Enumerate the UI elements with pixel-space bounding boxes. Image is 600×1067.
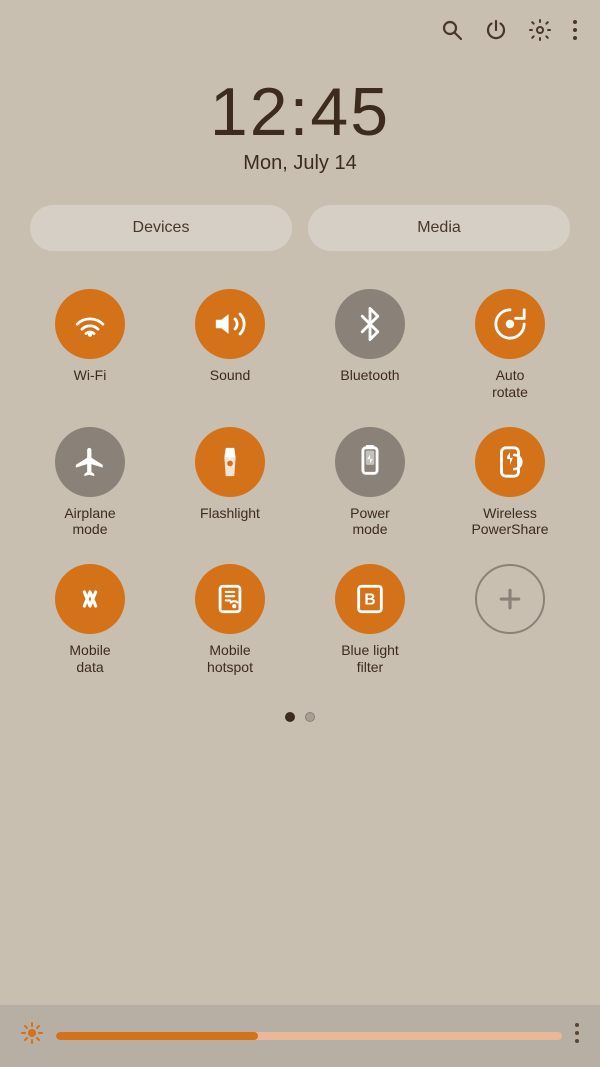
- wifi-toggle[interactable]: Wi-Fi: [20, 281, 160, 409]
- flashlight-toggle[interactable]: Flashlight: [160, 419, 300, 547]
- powershare-icon-circle: [475, 427, 545, 497]
- brightness-icon: [20, 1021, 44, 1051]
- bluetooth-label: Bluetooth: [340, 367, 399, 384]
- wifi-icon-circle: [55, 289, 125, 359]
- airplane-icon-circle: [55, 427, 125, 497]
- clock-time: 12:45: [0, 78, 600, 146]
- mobiledata-label: Mobiledata: [69, 642, 110, 676]
- media-button[interactable]: Media: [308, 205, 570, 251]
- powershare-label: WirelessPowerShare: [471, 505, 548, 539]
- clock-date: Mon, July 14: [0, 152, 600, 175]
- bluelightfilter-label: Blue lightfilter: [341, 642, 399, 676]
- bluetooth-icon-circle: [335, 289, 405, 359]
- add-toggle[interactable]: [440, 556, 580, 684]
- device-media-row: Devices Media: [30, 205, 570, 251]
- flashlight-icon-circle: [195, 427, 265, 497]
- sound-label: Sound: [210, 367, 250, 384]
- dot-1[interactable]: [285, 712, 295, 722]
- powershare-toggle[interactable]: WirelessPowerShare: [440, 419, 580, 547]
- bluelightfilter-toggle[interactable]: B Blue lightfilter: [300, 556, 440, 684]
- brightness-fill: [56, 1032, 258, 1040]
- power-icon[interactable]: [484, 18, 508, 48]
- brightness-track[interactable]: [56, 1032, 562, 1040]
- airplane-label: Airplanemode: [64, 505, 115, 539]
- powermode-icon-circle: [335, 427, 405, 497]
- powermode-label: Powermode: [350, 505, 390, 539]
- add-icon-circle: [475, 564, 545, 634]
- brightness-bar: [0, 1005, 600, 1067]
- quick-settings-grid: Wi-Fi Sound Bluetooth A: [0, 281, 600, 684]
- top-bar: [0, 0, 600, 58]
- search-icon[interactable]: [440, 18, 464, 48]
- mobiledata-icon-circle: [55, 564, 125, 634]
- settings-icon[interactable]: [528, 18, 552, 48]
- wifi-label: Wi-Fi: [74, 367, 107, 384]
- flashlight-label: Flashlight: [200, 505, 260, 522]
- bluetooth-toggle[interactable]: Bluetooth: [300, 281, 440, 409]
- powermode-toggle[interactable]: Powermode: [300, 419, 440, 547]
- autorotate-label: Autorotate: [492, 367, 528, 401]
- more-icon[interactable]: [572, 18, 578, 48]
- clock-area: 12:45 Mon, July 14: [0, 78, 600, 175]
- hotspot-label: Mobilehotspot: [207, 642, 253, 676]
- mobiledata-toggle[interactable]: Mobiledata: [20, 556, 160, 684]
- airplane-toggle[interactable]: Airplanemode: [20, 419, 160, 547]
- page-dots: [0, 712, 600, 722]
- hotspot-icon-circle: [195, 564, 265, 634]
- sound-toggle[interactable]: Sound: [160, 281, 300, 409]
- autorotate-icon-circle: [475, 289, 545, 359]
- hotspot-toggle[interactable]: Mobilehotspot: [160, 556, 300, 684]
- bluelightfilter-icon-circle: B: [335, 564, 405, 634]
- sound-icon-circle: [195, 289, 265, 359]
- brightness-more-icon[interactable]: [574, 1022, 580, 1050]
- dot-2[interactable]: [305, 712, 315, 722]
- devices-button[interactable]: Devices: [30, 205, 292, 251]
- svg-text:B: B: [364, 592, 375, 609]
- autorotate-toggle[interactable]: Autorotate: [440, 281, 580, 409]
